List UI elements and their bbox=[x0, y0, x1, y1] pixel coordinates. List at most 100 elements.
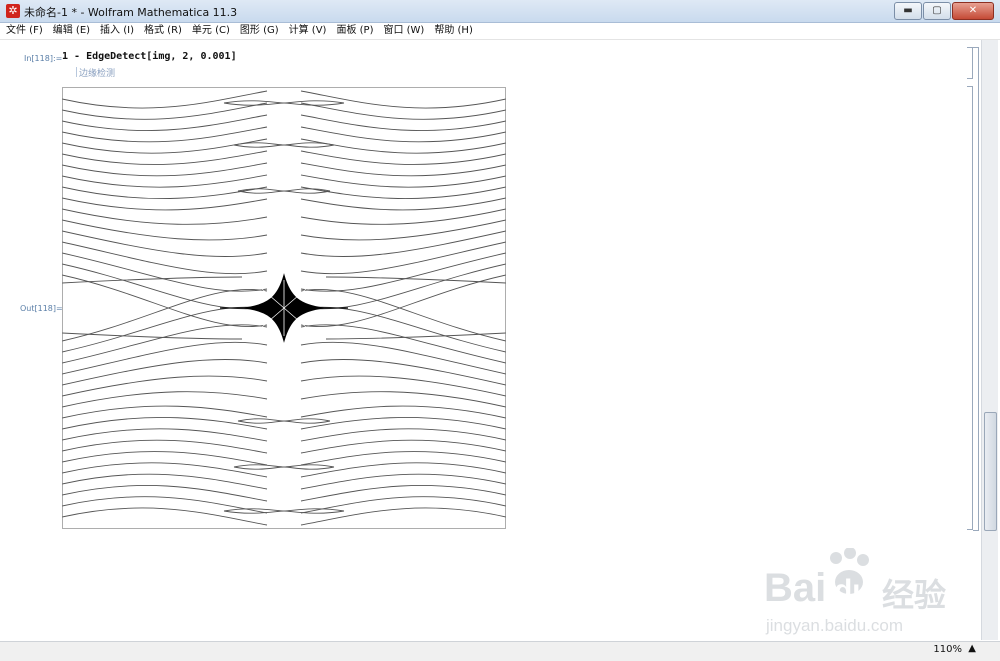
output-label: Out[118]= bbox=[20, 304, 63, 313]
field-line bbox=[62, 428, 268, 442]
menu-edit[interactable]: 编辑 (E) bbox=[47, 23, 94, 39]
field-line bbox=[62, 391, 268, 408]
lens-loop bbox=[223, 510, 345, 514]
maximize-button[interactable]: ▢ bbox=[923, 2, 951, 20]
field-line bbox=[300, 90, 506, 109]
field-line bbox=[300, 186, 506, 199]
input-code[interactable]: 1 - EdgeDetect[img, 2, 0.001] bbox=[62, 51, 237, 62]
field-line bbox=[62, 306, 268, 353]
field-line bbox=[62, 230, 268, 258]
field-line bbox=[300, 241, 506, 275]
field-line bbox=[62, 289, 268, 342]
menu-window[interactable]: 窗口 (W) bbox=[377, 23, 428, 39]
edge-detect-output-image[interactable] bbox=[62, 87, 506, 529]
field-line bbox=[300, 219, 506, 241]
field-line bbox=[62, 405, 268, 419]
field-line bbox=[62, 174, 268, 188]
field-line bbox=[300, 162, 506, 177]
lens-loop bbox=[237, 190, 331, 194]
watermark-url: jingyan.baidu.com bbox=[766, 616, 904, 635]
minimize-button[interactable]: ▬ bbox=[894, 2, 922, 20]
close-button[interactable]: ✕ bbox=[952, 2, 994, 20]
field-line bbox=[62, 276, 243, 284]
window-controls: ▬ ▢ ✕ bbox=[894, 2, 994, 20]
lens-loop bbox=[233, 144, 335, 148]
menu-evaluation[interactable]: 计算 (V) bbox=[283, 23, 331, 39]
input-hint: 边缘检测 bbox=[75, 66, 115, 79]
lens-loop bbox=[233, 466, 335, 470]
field-line bbox=[62, 263, 268, 310]
field-line bbox=[62, 126, 268, 143]
field-line bbox=[62, 208, 268, 225]
menu-insert[interactable]: 插入 (I) bbox=[94, 23, 138, 39]
menu-help[interactable]: 帮助 (H) bbox=[428, 23, 477, 39]
field-line bbox=[300, 114, 506, 132]
field-line bbox=[300, 230, 506, 258]
group-cell-bracket[interactable] bbox=[973, 47, 979, 531]
menu-cell[interactable]: 单元 (C) bbox=[186, 23, 234, 39]
input-label: In[118]:= bbox=[24, 54, 63, 63]
field-line bbox=[300, 428, 506, 442]
window-title: 未命名-1 * - Wolfram Mathematica 11.3 bbox=[24, 6, 238, 19]
lens-loop bbox=[237, 420, 331, 424]
scroll-thumb[interactable] bbox=[984, 412, 997, 531]
field-line bbox=[62, 358, 268, 386]
field-line bbox=[62, 102, 268, 120]
field-line bbox=[62, 162, 268, 177]
field-line bbox=[62, 274, 268, 327]
title-bar: ✲ 未命名-1 * - Wolfram Mathematica 11.3 ▬ ▢… bbox=[0, 0, 1000, 23]
field-line bbox=[62, 375, 268, 397]
menu-graphics[interactable]: 图形 (G) bbox=[234, 23, 283, 39]
field-line bbox=[300, 358, 506, 386]
field-line bbox=[300, 417, 506, 430]
watermark-brand: Bai bbox=[764, 566, 827, 610]
field-line bbox=[300, 102, 506, 120]
maximize-icon: ▢ bbox=[932, 5, 942, 16]
field-line bbox=[62, 507, 268, 526]
field-line bbox=[62, 341, 268, 375]
status-bar: 110% ▲ bbox=[0, 641, 1000, 661]
field-line bbox=[62, 439, 268, 454]
mathematica-icon[interactable]: ✲ bbox=[6, 4, 20, 18]
field-line bbox=[62, 186, 268, 199]
close-icon: ✕ bbox=[968, 5, 978, 16]
watermark-brand2: du bbox=[834, 574, 871, 607]
center-star-shape bbox=[220, 273, 348, 343]
field-line bbox=[62, 417, 268, 430]
field-line bbox=[62, 496, 268, 514]
menu-palettes[interactable]: 面板 (P) bbox=[330, 23, 377, 39]
field-line bbox=[62, 197, 268, 211]
field-line bbox=[300, 174, 506, 188]
field-line bbox=[300, 341, 506, 375]
field-line bbox=[325, 276, 506, 284]
field-line bbox=[62, 90, 268, 109]
field-line bbox=[300, 126, 506, 143]
field-line bbox=[62, 114, 268, 132]
lens-loop bbox=[223, 102, 345, 106]
field-line bbox=[300, 496, 506, 514]
field-line bbox=[300, 263, 506, 310]
field-line bbox=[300, 289, 506, 342]
field-line bbox=[300, 391, 506, 408]
field-line bbox=[62, 241, 268, 275]
zoom-arrow-icon[interactable]: ▲ bbox=[968, 643, 976, 654]
field-line bbox=[300, 439, 506, 454]
mathematica-window: ✲ 未命名-1 * - Wolfram Mathematica 11.3 ▬ ▢… bbox=[0, 0, 1000, 661]
vertical-scrollbar[interactable] bbox=[981, 40, 998, 640]
field-line bbox=[62, 219, 268, 241]
minimize-icon: ▬ bbox=[903, 5, 913, 16]
field-line bbox=[300, 484, 506, 502]
field-line bbox=[300, 274, 506, 327]
field-line bbox=[300, 197, 506, 211]
field-line bbox=[62, 473, 268, 490]
baidu-jingyan-watermark: Bai du 经验 jingyan.baidu.com bbox=[764, 547, 964, 640]
menu-file[interactable]: 文件 (F) bbox=[0, 23, 47, 39]
field-line bbox=[300, 473, 506, 490]
field-line bbox=[300, 208, 506, 225]
menu-format[interactable]: 格式 (R) bbox=[138, 23, 186, 39]
field-line bbox=[62, 332, 243, 340]
field-line bbox=[300, 375, 506, 397]
field-line bbox=[325, 332, 506, 340]
watermark-jingyan: 经验 bbox=[882, 577, 947, 613]
zoom-level[interactable]: 110% bbox=[933, 644, 962, 655]
